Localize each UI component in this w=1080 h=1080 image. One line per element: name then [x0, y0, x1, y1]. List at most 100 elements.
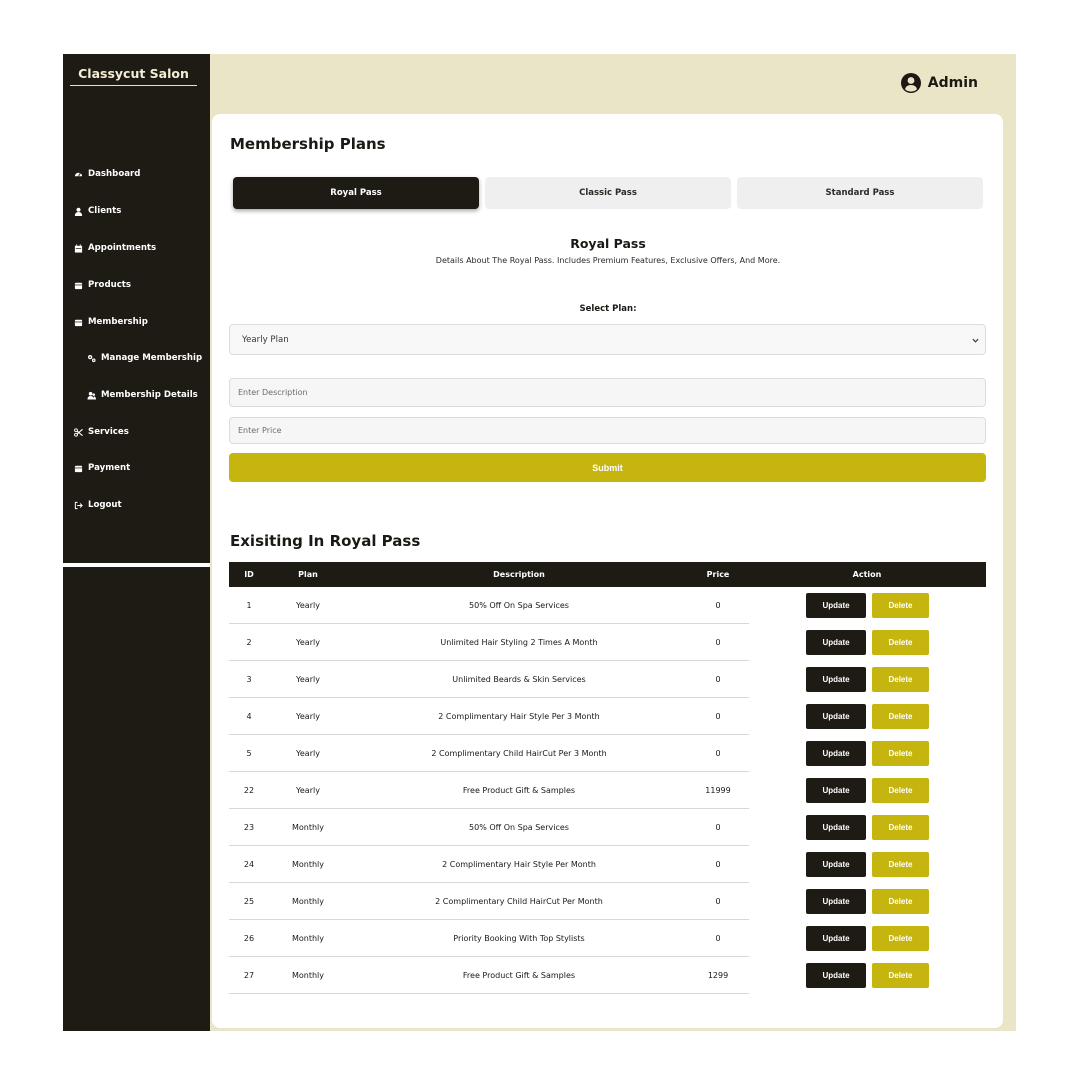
cell-plan: Yearly	[296, 601, 320, 610]
cell-plan: Monthly	[291, 934, 325, 943]
sidebar-item-logout[interactable]: Logout	[74, 496, 122, 514]
sidebar-item-services[interactable]: Services	[74, 423, 129, 441]
delete-button[interactable]: Delete	[872, 852, 929, 877]
submit-button[interactable]: Submit	[229, 453, 986, 482]
delete-button[interactable]: Delete	[872, 889, 929, 914]
cell-id: 22	[243, 786, 255, 795]
user-circle-icon	[900, 73, 921, 93]
table-row: 1 Yearly 50% Off On Spa Services 0	[229, 587, 749, 624]
cell-description: Unlimited Hair Styling 2 Times A Month	[440, 638, 598, 647]
update-button[interactable]: Update	[806, 667, 866, 692]
cell-id: 26	[243, 934, 255, 943]
delete-button[interactable]: Delete	[872, 667, 929, 692]
cell-description: Free Product Gift & Samples	[462, 971, 576, 980]
sidebar-item-manage-membership[interactable]: Manage Membership	[87, 349, 202, 367]
cell-description: Free Product Gift & Samples	[462, 786, 576, 795]
column-header-description: Description	[493, 570, 545, 579]
select-plan-label: Select Plan:	[579, 304, 637, 314]
table-row: 24 Monthly 2 Complimentary Hair Style Per …	[229, 846, 749, 883]
wallet-icon	[74, 319, 83, 326]
table-row: 3 Yearly Unlimited Beards & Skin Services 0	[229, 661, 749, 698]
sidebar-item-label: Appointments	[88, 243, 157, 253]
table-row: 23 Monthly 50% Off On Spa Services 0	[229, 809, 749, 846]
cell-id: 25	[243, 897, 255, 906]
cell-price: 1299	[707, 971, 729, 980]
update-button[interactable]: Update	[806, 963, 866, 988]
cell-description: 2 Complimentary Child HairCut Per Month	[435, 897, 603, 906]
cell-plan: Monthly	[291, 897, 325, 906]
brand-title: Classycut Salon	[70, 66, 197, 86]
tab-classic-pass[interactable]: Classic Pass	[485, 177, 731, 209]
sidebar-item-label: Manage Membership	[101, 353, 203, 363]
cell-description: 50% Off On Spa Services	[469, 823, 569, 832]
sidebar-item-payment[interactable]: Payment	[74, 459, 130, 477]
column-header-plan: Plan	[298, 570, 318, 579]
cell-plan: Yearly	[296, 638, 320, 647]
update-button[interactable]: Update	[806, 815, 866, 840]
update-button[interactable]: Update	[806, 593, 866, 618]
cell-description: 2 Complimentary Hair Style Per 3 Month	[438, 712, 600, 721]
table-row: 5 Yearly 2 Complimentary Child HairCut Per…	[229, 735, 749, 772]
sidebar-item-label: Clients	[88, 206, 122, 216]
update-button[interactable]: Update	[806, 630, 866, 655]
page-title: Membership Plans	[230, 135, 386, 153]
sidebar-item-label: Membership Details	[101, 390, 198, 400]
cell-plan: Monthly	[291, 971, 325, 980]
table-row: 2 Yearly Unlimited Hair Styling 2 Times A …	[229, 624, 749, 661]
update-button[interactable]: Update	[806, 741, 866, 766]
cell-description: 2 Complimentary Hair Style Per Month	[442, 860, 596, 869]
sidebar-item-label: Membership	[88, 317, 148, 327]
price-input[interactable]	[229, 417, 986, 444]
cell-price: 0	[715, 860, 721, 869]
sidebar-item-label: Dashboard	[88, 169, 141, 179]
update-button[interactable]: Update	[806, 778, 866, 803]
sidebar-item-label: Products	[88, 280, 132, 290]
cell-description: 50% Off On Spa Services	[469, 601, 569, 610]
calendar-icon	[74, 243, 83, 253]
sidebar-item-membership-details[interactable]: Membership Details	[87, 386, 198, 404]
cell-price: 11999	[705, 786, 731, 795]
table-row: 25 Monthly 2 Complimentary Child HairCut P…	[229, 883, 749, 920]
scissors-icon	[74, 427, 83, 437]
logout-icon	[74, 501, 83, 509]
cell-id: 27	[243, 971, 255, 980]
sidebar-item-appointments[interactable]: Appointments	[74, 239, 156, 257]
sidebar-item-clients[interactable]: Clients	[74, 202, 121, 220]
sidebar-item-membership[interactable]: Membership	[74, 313, 148, 331]
tab-royal-pass[interactable]: Royal Pass	[233, 177, 479, 209]
delete-button[interactable]: Delete	[872, 926, 929, 951]
delete-button[interactable]: Delete	[872, 630, 929, 655]
table-row: 22 Yearly Free Product Gift & Samples 11999	[229, 772, 749, 809]
delete-button[interactable]: Delete	[872, 741, 929, 766]
sidebar-item-products[interactable]: Products	[74, 276, 131, 294]
update-button[interactable]: Update	[806, 889, 866, 914]
sidebar-item-dashboard[interactable]: Dashboard	[74, 165, 140, 183]
delete-button[interactable]: Delete	[872, 963, 929, 988]
column-header-action: Action	[852, 570, 882, 579]
tab-standard-pass[interactable]: Standard Pass	[737, 177, 983, 209]
cell-price: 0	[715, 712, 721, 721]
delete-button[interactable]: Delete	[872, 815, 929, 840]
user-icon	[74, 207, 83, 216]
update-button[interactable]: Update	[806, 852, 866, 877]
cell-price: 0	[715, 823, 721, 832]
admin-name: Admin	[927, 75, 978, 91]
cell-price: 0	[715, 934, 721, 943]
cell-id: 1	[246, 601, 252, 610]
cell-id: 4	[246, 712, 252, 721]
delete-button[interactable]: Delete	[872, 704, 929, 729]
table-row: 27 Monthly Free Product Gift & Samples 1299	[229, 957, 749, 994]
cell-id: 3	[246, 675, 252, 684]
sidebar-divider	[63, 563, 210, 567]
description-input[interactable]	[229, 378, 986, 407]
column-header-id: ID	[244, 570, 254, 579]
cell-description: Priority Booking With Top Stylists	[453, 934, 585, 943]
plan-select[interactable]: Yearly Plan	[229, 324, 986, 355]
update-button[interactable]: Update	[806, 704, 866, 729]
users-icon	[87, 391, 96, 400]
admin-menu[interactable]: Admin	[900, 73, 978, 93]
delete-button[interactable]: Delete	[872, 778, 929, 803]
update-button[interactable]: Update	[806, 926, 866, 951]
cell-plan: Yearly	[296, 712, 320, 721]
delete-button[interactable]: Delete	[872, 593, 929, 618]
